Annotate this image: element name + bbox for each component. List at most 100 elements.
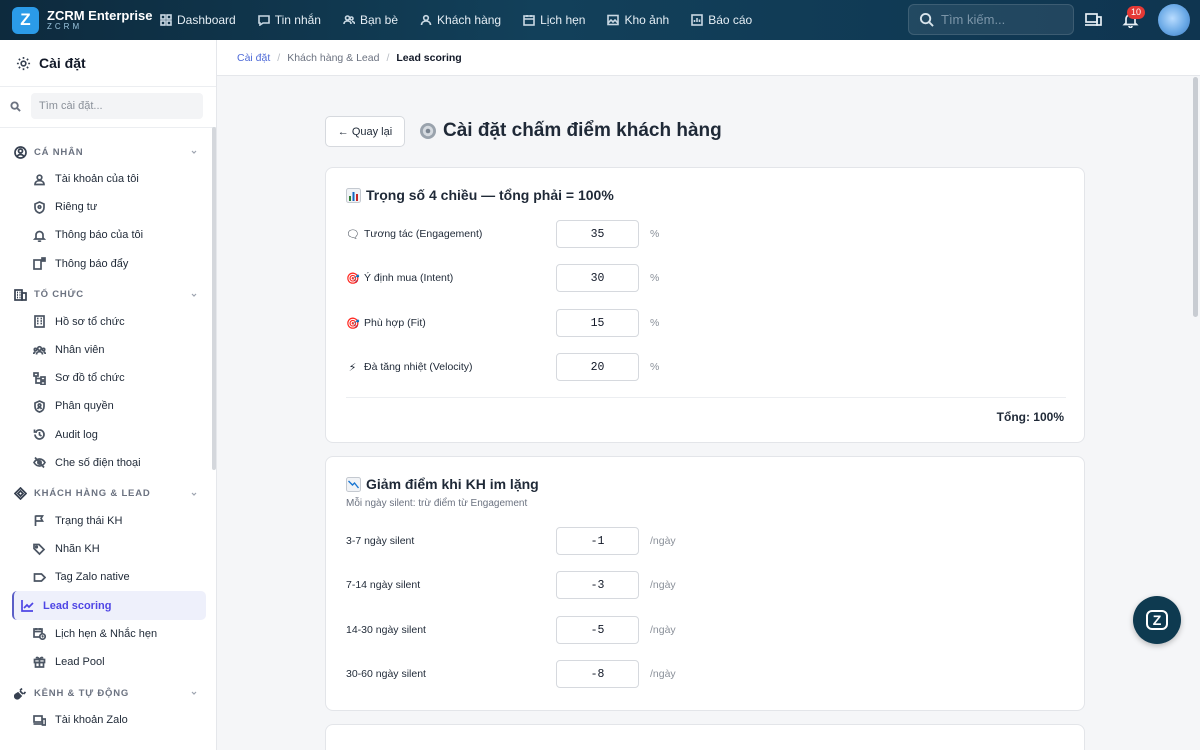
- sidebar-item-privacy[interactable]: Riêng tư: [12, 193, 206, 221]
- sidebar-item-org-chart[interactable]: Sơ đồ tổ chức: [12, 364, 206, 392]
- weight-label: Đà tăng nhiệt (Velocity): [364, 361, 473, 373]
- decay-unit: /ngày: [650, 579, 676, 591]
- devices-button[interactable]: [1085, 11, 1102, 33]
- nav-gallery[interactable]: Kho ảnh: [607, 13, 669, 27]
- avatar[interactable]: [1158, 4, 1190, 36]
- brand[interactable]: Z ZCRM Enterprise ZCRM: [0, 6, 160, 34]
- page-scrollbar[interactable]: [1193, 77, 1198, 317]
- weights-total: Tổng: 100%: [996, 410, 1064, 424]
- sidebar-group-organization[interactable]: TỔ CHỨC: [0, 282, 212, 308]
- sidebar-item-label: Lead Pool: [55, 655, 105, 668]
- sidebar-group-customers-lead[interactable]: KHÁCH HÀNG & LEAD: [0, 481, 212, 507]
- bar-chart-icon: [346, 187, 361, 203]
- back-button[interactable]: ← Quay lại: [325, 116, 405, 147]
- sidebar-search-input[interactable]: [31, 93, 203, 119]
- breadcrumb-section[interactable]: Khách hàng & Lead: [287, 52, 379, 64]
- nav-messages[interactable]: Tin nhắn: [257, 13, 321, 27]
- devices-icon: [1085, 13, 1102, 26]
- sidebar-group-channels-automation[interactable]: KÊNH & TỰ ĐỘNG: [0, 680, 212, 706]
- zcrm-logo-icon: Z: [1146, 610, 1168, 630]
- nav-reports[interactable]: Báo cáo: [691, 13, 752, 27]
- sidebar-item-label: Hồ sơ tổ chức: [55, 315, 125, 328]
- sidebar-divider: [0, 127, 216, 128]
- chevron-icon: [191, 691, 197, 695]
- decay-row-7-14: 7-14 ngày silent /ngày: [346, 571, 1066, 599]
- nav-label: Báo cáo: [708, 13, 753, 27]
- sidebar-group-personal[interactable]: CÁ NHÂN: [0, 139, 212, 165]
- decay-input-14-30[interactable]: [556, 616, 639, 644]
- decay-input-30-60[interactable]: [556, 660, 639, 688]
- breadcrumb-root-link[interactable]: Cài đặt: [237, 52, 270, 64]
- sidebar-item-label: Trạng thái KH: [55, 514, 123, 527]
- settings-sidebar: Cài đặt CÁ NHÂN Tài khoản của tôi Riêng …: [0, 40, 217, 750]
- shield-user-icon: [34, 399, 45, 413]
- gear-icon: [16, 56, 31, 70]
- brand-name: ZCRM Enterprise: [47, 8, 153, 23]
- sidebar-item-employees[interactable]: Nhân viên: [12, 336, 206, 364]
- decay-input-7-14[interactable]: [556, 571, 639, 599]
- gear-icon: [420, 123, 436, 139]
- nav-customers[interactable]: Khách hàng: [420, 13, 501, 27]
- sidebar-item-audit-log[interactable]: Audit log: [12, 421, 206, 449]
- group-label: KÊNH & TỰ ĐỘNG: [34, 687, 130, 699]
- decay-card: Giảm điểm khi KH im lặng Mỗi ngày silent…: [325, 456, 1085, 711]
- sidebar-search[interactable]: [10, 92, 205, 120]
- sidebar-item-my-account[interactable]: Tài khoản của tôi: [12, 165, 206, 193]
- nav-dashboard[interactable]: Dashboard: [160, 13, 236, 27]
- weight-input-velocity[interactable]: [556, 353, 639, 381]
- main-nav: Dashboard Tin nhắn Bạn bè Khách hàng Lịc…: [160, 13, 774, 27]
- group-label: TỔ CHỨC: [34, 289, 84, 301]
- sidebar-item-lead-pool[interactable]: Lead Pool: [12, 648, 206, 676]
- bell-icon: [33, 230, 46, 242]
- sidebar-item-customer-status[interactable]: Trạng thái KH: [12, 507, 206, 535]
- image-icon: [607, 14, 620, 26]
- sidebar-item-label: Nhãn KH: [55, 543, 100, 556]
- sidebar-item-label: Tài khoản của tôi: [55, 173, 139, 186]
- weight-input-fit[interactable]: [556, 309, 639, 337]
- global-search[interactable]: [908, 4, 1074, 35]
- sidebar-item-org-profile[interactable]: Hồ sơ tổ chức: [12, 308, 206, 336]
- chevron-icon: [191, 293, 197, 297]
- building-icon: [14, 289, 27, 302]
- weight-label: Tương tác (Engagement): [364, 228, 483, 240]
- chevron-icon: [191, 150, 197, 154]
- sidebar-item-hide-phone[interactable]: Che số điện thoại: [12, 449, 206, 477]
- gift-icon: [33, 657, 46, 669]
- sidebar-item-label: Sơ đồ tổ chức: [55, 372, 125, 385]
- next-settings-card: [325, 724, 1085, 750]
- flag-icon: [34, 515, 45, 527]
- sidebar-item-permissions[interactable]: Phân quyền: [12, 392, 206, 420]
- weight-row-intent: 🎯 Ý định mua (Intent) %: [346, 264, 1066, 292]
- sidebar-scrollbar[interactable]: [212, 127, 216, 470]
- sidebar-item-label: Tag Zalo native: [55, 571, 130, 584]
- nav-appointments[interactable]: Lịch hẹn: [523, 13, 585, 27]
- sidebar-item-label: Riêng tư: [55, 201, 98, 214]
- brand-logo: Z: [12, 6, 39, 34]
- page-title: Cài đặt chấm điểm khách hàng: [418, 120, 722, 142]
- breadcrumb: Cài đặt / Khách hàng & Lead / Lead scori…: [217, 40, 1200, 76]
- global-search-input[interactable]: [941, 12, 1061, 27]
- sidebar-item-my-notifications[interactable]: Thông báo của tôi: [12, 221, 206, 249]
- sidebar-item-label: Phân quyền: [55, 400, 114, 413]
- sidebar-item-zalo-tags[interactable]: Tag Zalo native: [12, 563, 206, 591]
- decay-input-3-7[interactable]: [556, 527, 639, 555]
- sidebar-item-zalo-accounts[interactable]: Tài khoản Zalo: [12, 706, 206, 734]
- sidebar-item-label: Lịch hẹn & Nhắc hẹn: [55, 627, 158, 640]
- breadcrumb-current: Lead scoring: [396, 51, 462, 64]
- nav-friends[interactable]: Bạn bè: [343, 13, 398, 27]
- sidebar-header: Cài đặt: [0, 40, 216, 87]
- zcrm-chat-fab[interactable]: Z: [1133, 596, 1181, 644]
- sidebar-item-customer-labels[interactable]: Nhãn KH: [12, 535, 206, 563]
- weight-input-intent[interactable]: [556, 264, 639, 292]
- sidebar-item-lead-scoring[interactable]: Lead scoring: [12, 591, 206, 620]
- search-icon: [10, 100, 21, 112]
- sidebar-item-appointments-reminders[interactable]: Lịch hẹn & Nhắc hẹn: [12, 620, 206, 648]
- weight-row-engagement: 🗨 Tương tác (Engagement) %: [346, 220, 1066, 248]
- target-icon: [14, 487, 27, 501]
- nav-label: Bạn bè: [359, 13, 399, 27]
- weight-input-engagement[interactable]: [556, 220, 639, 248]
- weight-unit: %: [650, 317, 660, 329]
- sidebar-item-push-notifications[interactable]: Thông báo đẩy: [12, 250, 206, 278]
- decay-unit: /ngày: [650, 668, 676, 680]
- speech-bubble-icon: 🗨: [346, 228, 360, 241]
